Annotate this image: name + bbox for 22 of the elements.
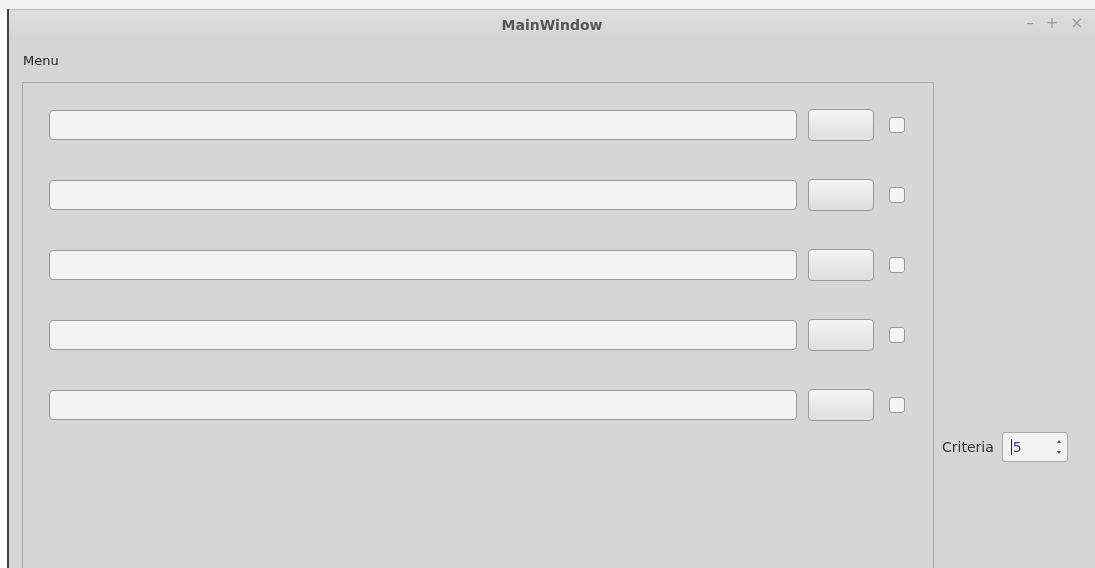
menu-item[interactable]: Menu: [23, 52, 59, 68]
push-button[interactable]: [808, 319, 874, 351]
input-field[interactable]: [49, 390, 797, 420]
push-button[interactable]: [808, 179, 874, 211]
spin-box[interactable]: 5: [1001, 432, 1068, 462]
checkbox[interactable]: [889, 117, 905, 133]
push-button[interactable]: [808, 389, 874, 421]
input-field[interactable]: [49, 180, 797, 210]
push-button[interactable]: [808, 109, 874, 141]
window-control[interactable]: –: [1022, 14, 1038, 32]
input-field[interactable]: [49, 250, 797, 280]
push-button[interactable]: [808, 249, 874, 281]
window-title: MainWindow: [501, 17, 603, 33]
window-control[interactable]: ×: [1066, 14, 1087, 32]
input-field[interactable]: [49, 110, 797, 140]
checkbox[interactable]: [889, 327, 905, 343]
checkbox[interactable]: [889, 187, 905, 203]
input-field[interactable]: [49, 320, 797, 350]
checkbox[interactable]: [889, 257, 905, 273]
window-control[interactable]: +: [1041, 14, 1063, 32]
criteria-label: Criteria: [942, 439, 994, 455]
checkbox[interactable]: [889, 397, 905, 413]
